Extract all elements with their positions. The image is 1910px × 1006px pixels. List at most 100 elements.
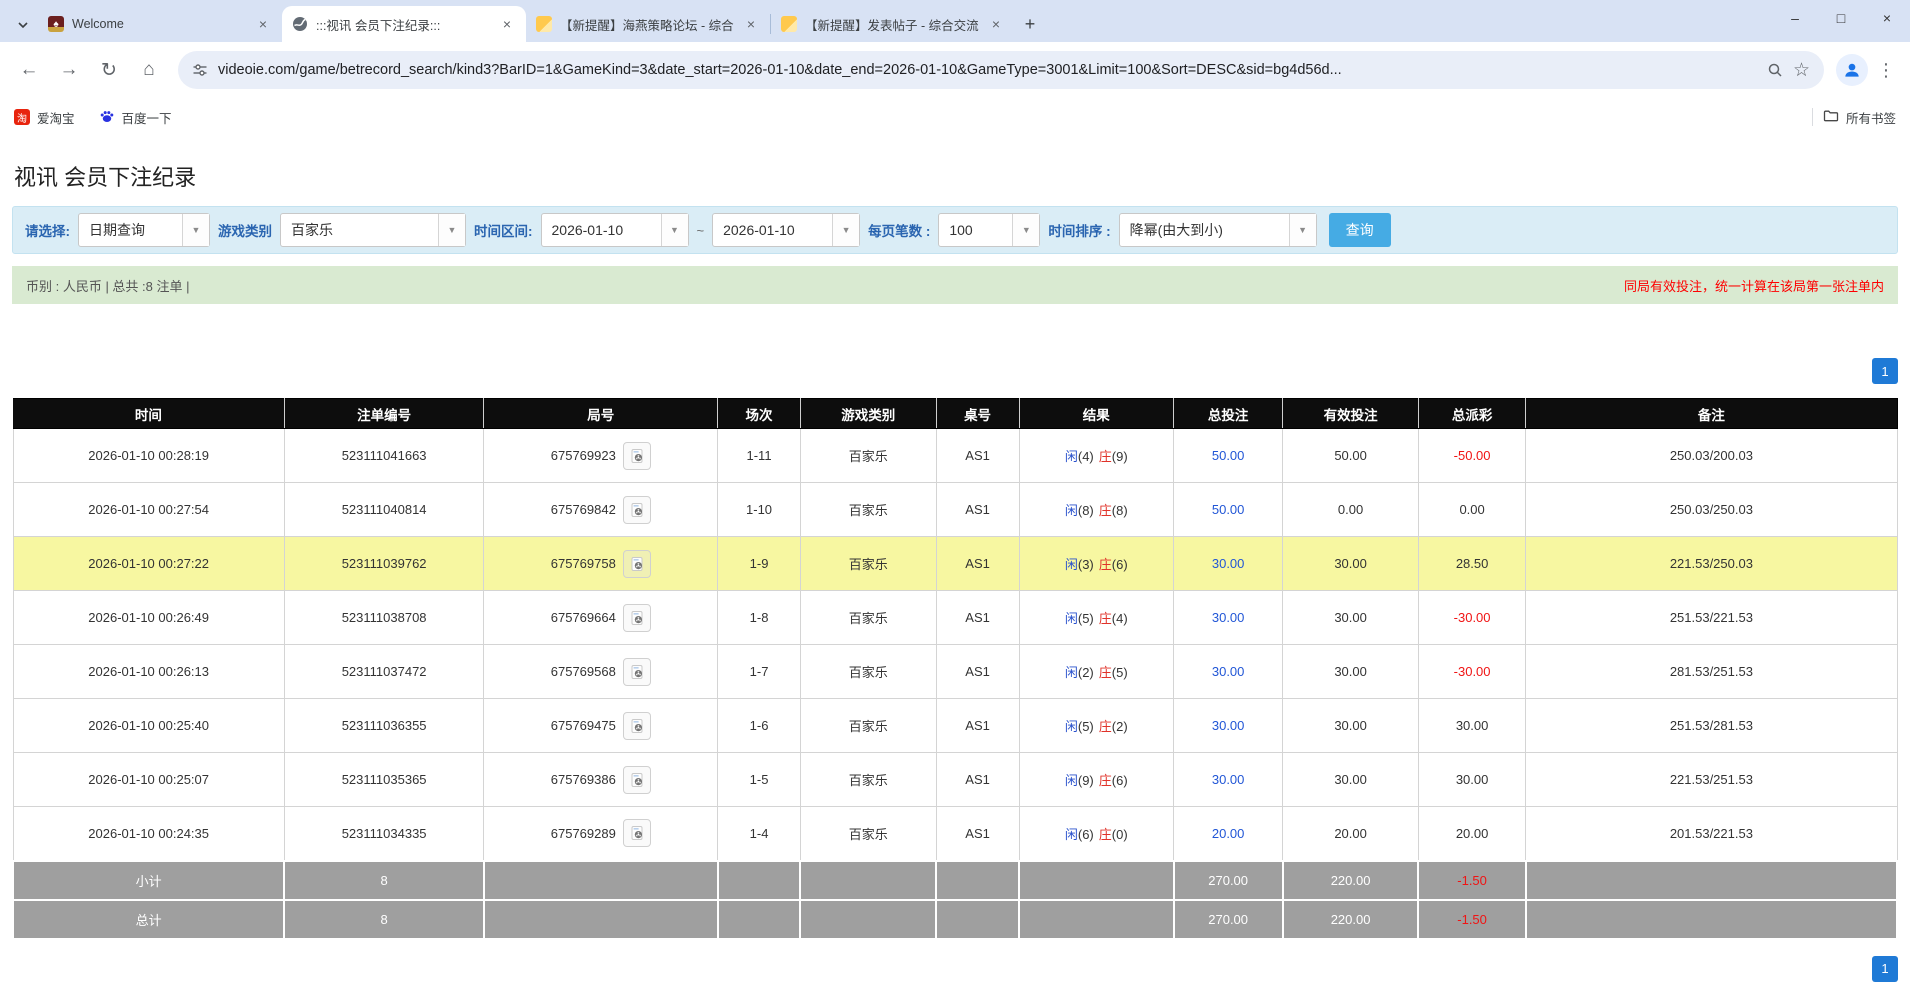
- balance-note: 250.03/200.03: [1526, 429, 1897, 483]
- profile-avatar[interactable]: [1836, 54, 1868, 86]
- bookmarks-divider: [1812, 108, 1813, 126]
- total-bet-link[interactable]: 50.00: [1174, 483, 1283, 537]
- total-label: 总计: [13, 900, 284, 939]
- banker-result-label: 庄: [1099, 611, 1112, 626]
- total-bet-link[interactable]: 30.00: [1174, 537, 1283, 591]
- bookmark-taobao[interactable]: 淘 爱淘宝: [14, 108, 75, 127]
- bookmark-star-icon[interactable]: ☆: [1793, 59, 1810, 82]
- payout: 30.00: [1418, 753, 1525, 807]
- home-icon[interactable]: ⌂: [132, 53, 166, 87]
- table-no: AS1: [936, 591, 1019, 645]
- balance-note: 250.03/250.03: [1526, 483, 1897, 537]
- tab-forum-post[interactable]: 【新提醒】发表帖子 - 综合交流 ×: [771, 6, 1015, 42]
- table-row: 2026-01-10 00:26:49 523111038708 6757696…: [13, 591, 1897, 645]
- search-button[interactable]: 查询: [1329, 213, 1391, 247]
- total-row: 总计 8 270.00 220.00 -1.50: [13, 900, 1897, 939]
- total-payout: -1.50: [1418, 900, 1525, 939]
- summary-info-bar: 币别 : 人民币 | 总共 :8 注单 | 同局有效投注，统一计算在该局第一张注…: [12, 266, 1898, 304]
- valid-bet: 20.00: [1283, 807, 1419, 861]
- page-number-button[interactable]: 1: [1872, 956, 1898, 982]
- payout: 28.50: [1418, 537, 1525, 591]
- back-icon[interactable]: ←: [12, 53, 46, 87]
- sort-label: 时间排序 :: [1048, 220, 1110, 240]
- total-total-bet: 270.00: [1174, 900, 1283, 939]
- player-result-label: 闲: [1065, 449, 1078, 464]
- player-result-label: 闲: [1065, 773, 1078, 788]
- date-end-select[interactable]: 2026-01-10 ▼: [712, 213, 860, 247]
- total-bet-link[interactable]: 30.00: [1174, 591, 1283, 645]
- tab-welcome[interactable]: ♠ Welcome ×: [38, 6, 282, 42]
- tab-forum-haiyan[interactable]: 【新提醒】海燕策略论坛 - 综合 ×: [526, 6, 770, 42]
- forward-icon[interactable]: →: [52, 53, 86, 87]
- address-bar[interactable]: videoie.com/game/betrecord_search/kind3?…: [178, 51, 1824, 89]
- subtotal-valid-bet: 220.00: [1283, 861, 1419, 900]
- payout: 30.00: [1418, 699, 1525, 753]
- video-replay-icon[interactable]: [623, 550, 651, 578]
- video-replay-icon[interactable]: [623, 604, 651, 632]
- subtotal-payout: -1.50: [1418, 861, 1525, 900]
- video-replay-icon[interactable]: [623, 819, 651, 847]
- table-row: 2026-01-10 00:25:40 523111036355 6757694…: [13, 699, 1897, 753]
- window-controls: – □ ×: [1772, 0, 1910, 36]
- tab-close-icon[interactable]: ×: [254, 15, 272, 33]
- bet-time: 2026-01-10 00:24:35: [13, 807, 284, 861]
- video-replay-icon[interactable]: [623, 766, 651, 794]
- banker-result-label: 庄: [1099, 773, 1112, 788]
- round-id: 675769758: [551, 556, 616, 571]
- session-no: 1-8: [718, 591, 801, 645]
- video-replay-icon[interactable]: [623, 658, 651, 686]
- per-page-select[interactable]: 100 ▼: [938, 213, 1040, 247]
- bet-id: 523111040814: [284, 483, 484, 537]
- maximize-button[interactable]: □: [1818, 0, 1864, 36]
- close-button[interactable]: ×: [1864, 0, 1910, 36]
- round-id: 675769289: [551, 826, 616, 841]
- video-replay-icon[interactable]: [623, 496, 651, 524]
- all-bookmarks[interactable]: 所有书签: [1823, 108, 1896, 127]
- tab-title: :::视讯 会员下注纪录:::: [316, 15, 490, 34]
- session-no: 1-9: [718, 537, 801, 591]
- tab-close-icon[interactable]: ×: [742, 15, 760, 33]
- table-no: AS1: [936, 699, 1019, 753]
- tab-title: 【新提醒】发表帖子 - 综合交流: [805, 15, 979, 34]
- tab-close-icon[interactable]: ×: [498, 15, 516, 33]
- bookmark-baidu[interactable]: 百度一下: [99, 108, 172, 127]
- site-settings-icon[interactable]: [192, 62, 208, 78]
- browser-menu-icon[interactable]: ⋮: [1874, 60, 1898, 81]
- url-text[interactable]: videoie.com/game/betrecord_search/kind3?…: [218, 62, 1757, 78]
- minimize-button[interactable]: –: [1772, 0, 1818, 36]
- result-cell: 闲(2)庄(5): [1019, 645, 1173, 699]
- total-bet-link[interactable]: 20.00: [1174, 807, 1283, 861]
- new-tab-button[interactable]: +: [1015, 9, 1045, 39]
- total-bet-link[interactable]: 30.00: [1174, 645, 1283, 699]
- game-kind: 百家乐: [800, 591, 936, 645]
- balance-note: 201.53/221.53: [1526, 807, 1897, 861]
- sort-select[interactable]: 降幂(由大到小) ▼: [1119, 213, 1317, 247]
- total-bet-link[interactable]: 50.00: [1174, 429, 1283, 483]
- tab-search-chevron-icon[interactable]: [8, 8, 38, 42]
- total-bet-link[interactable]: 30.00: [1174, 699, 1283, 753]
- column-header: 备注: [1526, 399, 1897, 429]
- subtotal-count: 8: [284, 861, 484, 900]
- banker-result-label: 庄: [1099, 665, 1112, 680]
- reload-icon[interactable]: ↻: [92, 53, 126, 87]
- select-type-label: 请选择:: [25, 220, 70, 240]
- table-body: 2026-01-10 00:28:19 523111041663 6757699…: [13, 429, 1897, 861]
- game-kind-select[interactable]: 百家乐 ▼: [280, 213, 466, 247]
- page-number-button[interactable]: 1: [1872, 358, 1898, 384]
- payout: -30.00: [1418, 591, 1525, 645]
- valid-bet: 30.00: [1283, 591, 1419, 645]
- session-no: 1-7: [718, 645, 801, 699]
- bookmark-label: 爱淘宝: [37, 108, 75, 127]
- date-start-select[interactable]: 2026-01-10 ▼: [541, 213, 689, 247]
- tab-close-icon[interactable]: ×: [987, 15, 1005, 33]
- video-replay-icon[interactable]: [623, 712, 651, 740]
- bet-time: 2026-01-10 00:28:19: [13, 429, 284, 483]
- result-cell: 闲(6)庄(0): [1019, 807, 1173, 861]
- result-cell: 闲(5)庄(2): [1019, 699, 1173, 753]
- session-no: 1-10: [718, 483, 801, 537]
- query-type-select[interactable]: 日期查询 ▼: [78, 213, 210, 247]
- zoom-icon[interactable]: [1767, 62, 1783, 78]
- total-bet-link[interactable]: 30.00: [1174, 753, 1283, 807]
- tab-bet-records[interactable]: :::视讯 会员下注纪录::: ×: [282, 6, 526, 42]
- video-replay-icon[interactable]: [623, 442, 651, 470]
